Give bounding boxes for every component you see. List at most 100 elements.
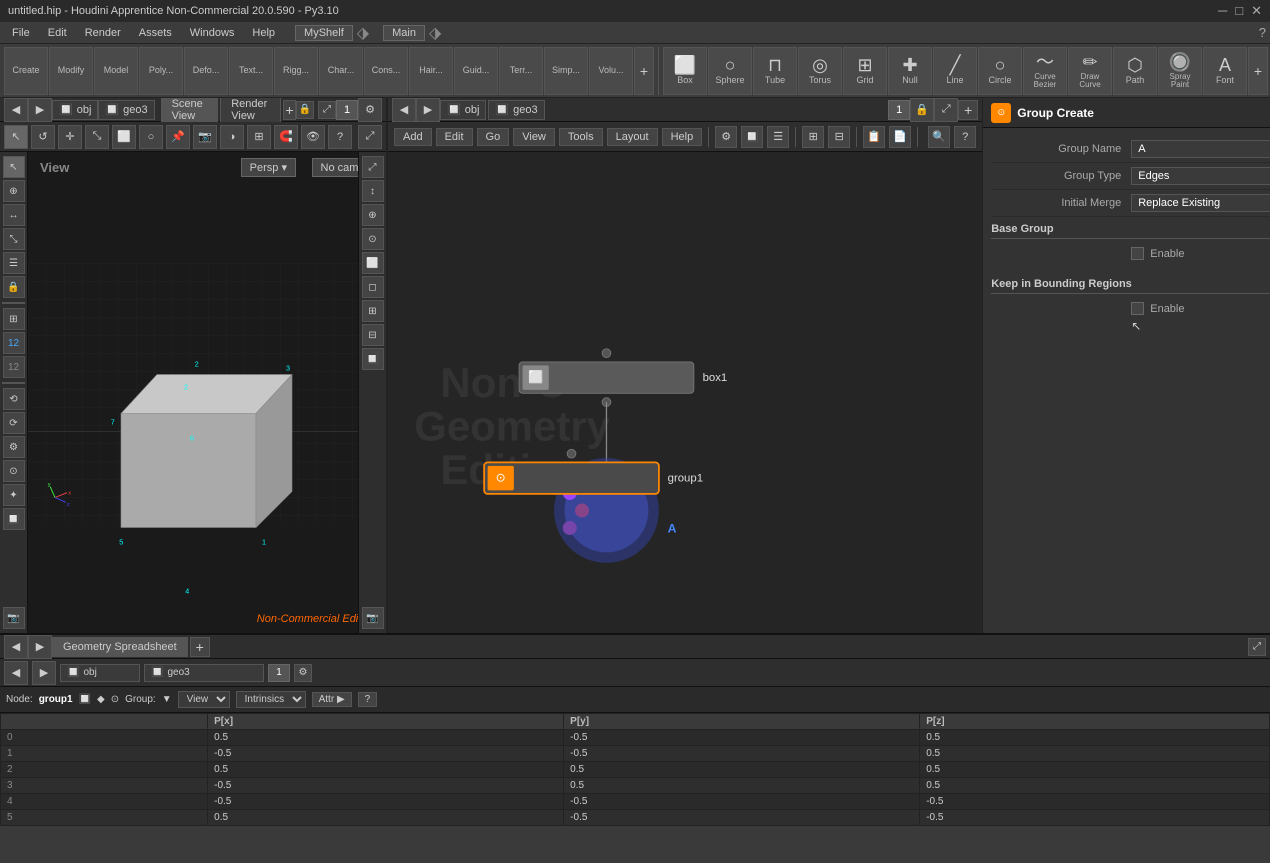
toolbar-simp-btn[interactable]: Simp... <box>544 47 588 95</box>
vp-left-t9[interactable]: ⟳ <box>3 412 25 434</box>
viewport-add-tab[interactable]: + <box>283 100 296 120</box>
spreadsheet-tab[interactable]: Geometry Spreadsheet <box>52 637 188 657</box>
toolbar-add-btn[interactable]: + <box>634 47 654 95</box>
toolbar-grid-btn[interactable]: ⊞Grid <box>843 47 887 95</box>
vp-right-t7[interactable]: ⊞ <box>362 300 384 322</box>
vp-right-t10[interactable]: 📷 <box>362 607 384 629</box>
pt-icon1[interactable]: ⚙ <box>715 126 737 148</box>
vp-right-t3[interactable]: ⊕ <box>362 204 384 226</box>
vp-right-t6[interactable]: ◻ <box>362 276 384 298</box>
toolbar-font-btn[interactable]: AFont <box>1203 47 1247 95</box>
vp-fwd-btn[interactable]: ▶ <box>28 98 52 122</box>
ne-obj-path[interactable]: 🔲 obj <box>440 100 486 120</box>
pt-edit-btn[interactable]: Edit <box>436 128 473 146</box>
menu-assets[interactable]: Assets <box>131 25 180 41</box>
pt-help-btn[interactable]: Help <box>662 128 703 146</box>
enable-checkbox[interactable] <box>1131 247 1144 260</box>
ss-icon2[interactable]: ◆ <box>97 694 105 705</box>
vp-right-t8[interactable]: ⊟ <box>362 324 384 346</box>
node-editor[interactable]: Non-C Geometry Edition ⬜ <box>388 152 982 633</box>
vp-tool-fullscreen[interactable]: ⤢ <box>358 125 382 149</box>
vp-back-btn[interactable]: ◀ <box>4 98 28 122</box>
menu-edit[interactable]: Edit <box>40 25 75 41</box>
vp-tool-scale[interactable]: ⤡ <box>85 125 109 149</box>
ss-intrinsics-select[interactable]: Intrinsics <box>236 691 306 708</box>
toolbar-circle-btn[interactable]: ○Circle <box>978 47 1022 95</box>
vp-right-t2[interactable]: ↕ <box>362 180 384 202</box>
vp-left-t13[interactable]: 🔲 <box>3 508 25 530</box>
toolbar-terr-btn[interactable]: Terr... <box>499 47 543 95</box>
pt-icon5[interactable]: ⊟ <box>828 126 850 148</box>
pt-help2-btn[interactable]: ? <box>954 126 976 148</box>
toolbar-volu-btn[interactable]: Volu... <box>589 47 633 95</box>
toolbar-torus-btn[interactable]: ◎Torus <box>798 47 842 95</box>
toolbar-text-btn[interactable]: Text... <box>229 47 273 95</box>
ss-help-btn[interactable]: ? <box>358 692 378 707</box>
toolbar-guide-btn[interactable]: Guid... <box>454 47 498 95</box>
toolbar-modify-btn[interactable]: Modify <box>49 47 93 95</box>
toolbar-defo-btn[interactable]: Defo... <box>184 47 228 95</box>
ss-settings[interactable]: ⚙ <box>294 664 312 682</box>
toolbar-box-btn[interactable]: ⬜Box <box>663 47 707 95</box>
vp-tool-translate[interactable]: ✛ <box>58 125 82 149</box>
toolbar-draw-curve-btn[interactable]: ✏Draw Curve <box>1068 47 1112 95</box>
pt-icon4[interactable]: ⊞ <box>802 126 824 148</box>
vp-left-t7[interactable]: 12 <box>3 356 25 378</box>
vp-left-t3[interactable]: ⤡ <box>3 228 25 250</box>
ss-back-btn[interactable]: ◀ <box>4 635 28 659</box>
vp-left-t10[interactable]: ⚙ <box>3 436 25 458</box>
vp-left-t6[interactable]: 12 <box>3 332 25 354</box>
toolbar-line-btn[interactable]: ╱Line <box>933 47 977 95</box>
vp-geo-path[interactable]: 🔲 geo3 <box>98 100 154 120</box>
ss-attr-btn[interactable]: Attr ▶ <box>312 692 352 707</box>
vp-tool-rotate[interactable]: ↺ <box>31 125 55 149</box>
ss-nav-back[interactable]: ◀ <box>4 661 28 685</box>
ss-view-num[interactable]: 1 <box>268 664 290 682</box>
persp-dropdown[interactable]: Persp ▾ <box>241 158 296 177</box>
initial-merge-select[interactable]: Replace Existing ▾ <box>1131 194 1270 212</box>
myshelf-button[interactable]: MyShelf <box>295 25 353 41</box>
ne-fwd-btn[interactable]: ▶ <box>416 98 440 122</box>
vp-right-t4[interactable]: ⊙ <box>362 228 384 250</box>
toolbar-sphere-btn[interactable]: ○Sphere <box>708 47 752 95</box>
ss-ctrl1[interactable]: ⤢ <box>1248 638 1266 656</box>
maximize-btn[interactable]: □ <box>1235 3 1243 19</box>
menu-render[interactable]: Render <box>77 25 129 41</box>
vp-expand-btn[interactable]: ⤢ <box>318 101 336 119</box>
toolbar-poly-btn[interactable]: Poly... <box>139 47 183 95</box>
vp-left-t8[interactable]: ⟲ <box>3 388 25 410</box>
ss-geo-path[interactable]: 🔲 geo3 <box>144 664 264 682</box>
vp-left-lock[interactable]: 🔒 <box>3 276 25 298</box>
pt-icon6[interactable]: 📋 <box>863 126 885 148</box>
vp-lock-btn[interactable]: 🔒 <box>296 101 314 119</box>
ss-icon1[interactable]: 🔲 <box>79 694 91 705</box>
ss-filter-icon[interactable]: ▼ <box>162 694 172 705</box>
vp-left-t5[interactable]: ⊞ <box>3 308 25 330</box>
pt-icon3[interactable]: ☰ <box>767 126 789 148</box>
menu-windows[interactable]: Windows <box>182 25 243 41</box>
pt-tools-btn[interactable]: Tools <box>559 128 603 146</box>
vp-right-t9[interactable]: 🔲 <box>362 348 384 370</box>
ne-geo-path[interactable]: 🔲 geo3 <box>488 100 544 120</box>
vp-tool-shading[interactable]: ◑ <box>220 125 244 149</box>
pt-view-btn[interactable]: View <box>513 128 555 146</box>
ne-num[interactable]: 1 <box>888 100 910 120</box>
vp-num-btn[interactable]: 1 <box>336 100 358 120</box>
ss-view-select[interactable]: View <box>178 691 230 708</box>
vp-left-t2[interactable]: ↔ <box>3 204 25 226</box>
ne-expand-btn[interactable]: ⤢ <box>934 98 958 122</box>
vp-obj-path[interactable]: 🔲 obj <box>52 100 98 120</box>
ss-fwd-btn[interactable]: ▶ <box>28 635 52 659</box>
vp-left-select[interactable]: ↖ <box>3 156 25 178</box>
vp-left-t14[interactable]: 📷 <box>3 607 25 629</box>
pt-add-btn[interactable]: Add <box>394 128 432 146</box>
pt-icon2[interactable]: 🔲 <box>741 126 763 148</box>
toolbar-char-btn[interactable]: Char... <box>319 47 363 95</box>
toolbar-rigg-btn[interactable]: Rigg... <box>274 47 318 95</box>
toolbar-model-btn[interactable]: Model <box>94 47 138 95</box>
toolbar-shapes-add-btn[interactable]: + <box>1248 47 1268 95</box>
vp-tool-obj[interactable]: ○ <box>139 125 163 149</box>
close-btn[interactable]: ✕ <box>1251 3 1262 19</box>
vp-left-t1[interactable]: ⊕ <box>3 180 25 202</box>
vp-tool-help[interactable]: ? <box>328 125 352 149</box>
